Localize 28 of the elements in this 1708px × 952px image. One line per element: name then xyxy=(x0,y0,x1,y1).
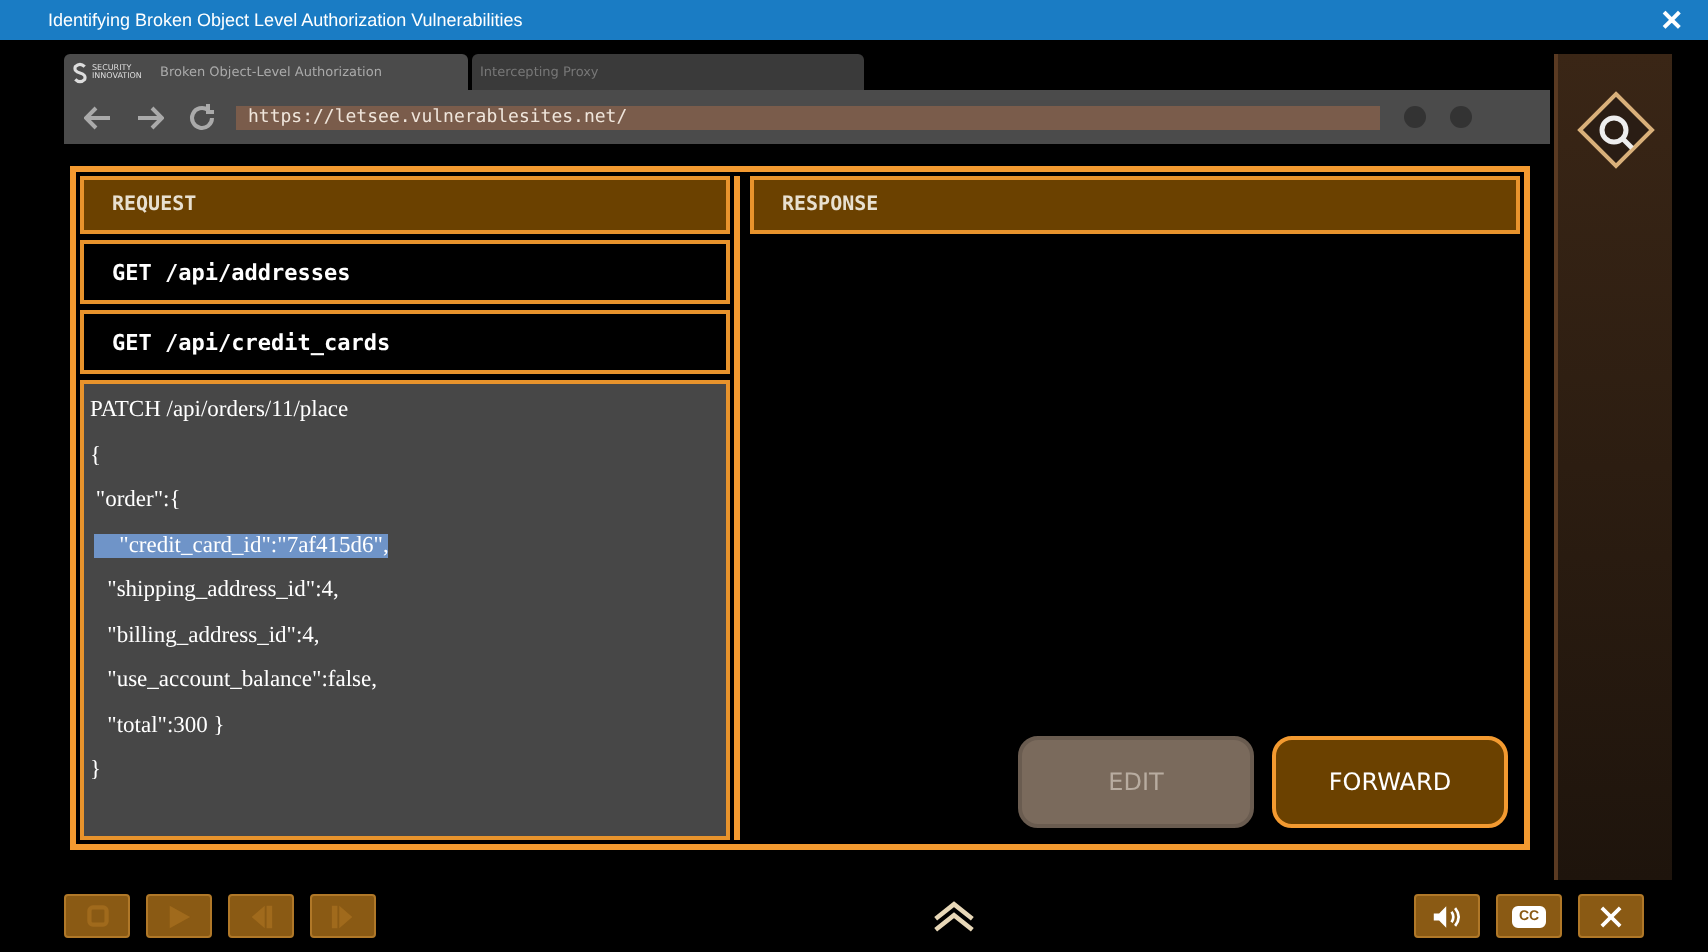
code-line: { xyxy=(90,443,102,468)
close-icon xyxy=(1600,905,1622,927)
dot-icon xyxy=(1404,106,1426,128)
code-line: "use_account_balance":false, xyxy=(105,668,377,693)
speaker-icon xyxy=(1431,903,1463,929)
request-item[interactable]: GET /api/addresses xyxy=(80,240,730,304)
response-header: RESPONSE xyxy=(750,176,1520,234)
dot-icon xyxy=(1450,106,1472,128)
chevron-up-icon[interactable] xyxy=(931,899,975,933)
code-line: "billing_address_id":4, xyxy=(105,623,320,648)
volume-button[interactable] xyxy=(1414,894,1480,938)
forward-icon[interactable] xyxy=(136,105,164,129)
request-item[interactable]: GET /api/credit_cards xyxy=(80,310,730,374)
logo-icon xyxy=(72,61,88,83)
action-button[interactable]: FORWARD xyxy=(1272,736,1508,828)
code-line: "order":{ xyxy=(93,488,181,513)
back-icon[interactable] xyxy=(84,105,112,129)
close-button[interactable]: ✕ xyxy=(1660,6,1684,34)
code-line: "total":300 } xyxy=(105,713,225,738)
code-line: PATCH /api/orders/11/place xyxy=(90,398,349,423)
request-header: REQUEST xyxy=(80,176,730,234)
code-line: } xyxy=(90,758,102,783)
close-button[interactable] xyxy=(1578,894,1644,938)
reload-icon[interactable] xyxy=(188,103,216,131)
address-bar[interactable]: https://letsee.vulnerablesites.net/ xyxy=(236,105,1380,129)
window-title: Identifying Broken Object Level Authorization Vulnerabilities xyxy=(48,10,523,30)
code-line: "shipping_address_id":4, xyxy=(105,578,339,603)
search-help-icon[interactable] xyxy=(1575,90,1655,170)
